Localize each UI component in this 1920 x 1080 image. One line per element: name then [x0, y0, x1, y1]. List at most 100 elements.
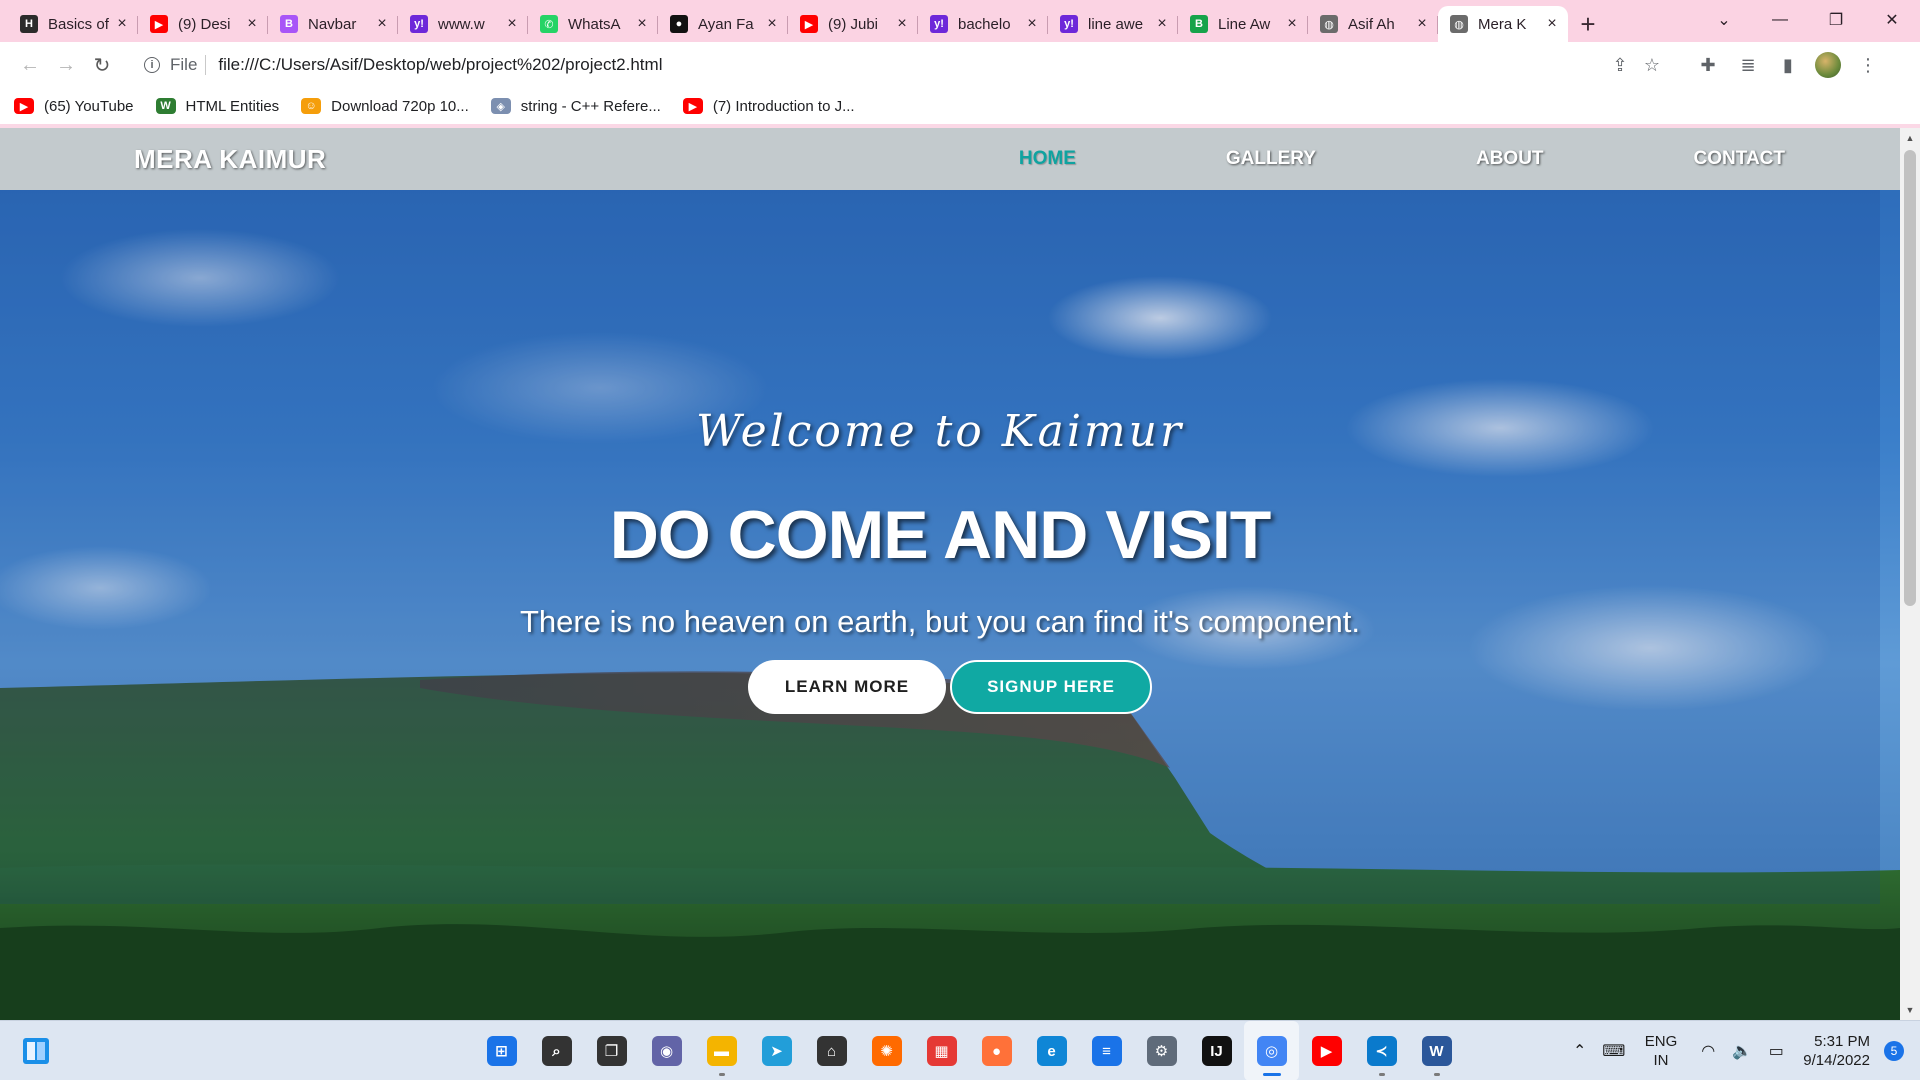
browser-tab[interactable]: y! www.w × — [398, 6, 528, 42]
extensions-icon[interactable]: ✚ — [1688, 47, 1728, 83]
scroll-up-arrow-icon[interactable]: ▲ — [1900, 130, 1920, 146]
menu-kebab-icon[interactable]: ⋮ — [1848, 47, 1888, 83]
keyboard-icon[interactable]: ⌨ — [1597, 1041, 1631, 1061]
taskbar-firefox-icon[interactable]: ● — [969, 1021, 1024, 1080]
browser-tab[interactable]: ◍ Mera K × — [1438, 6, 1568, 42]
hero-tagline: There is no heaven on earth, but you can… — [520, 604, 1360, 639]
volume-icon[interactable]: 🔈 — [1725, 1041, 1759, 1061]
media-control-icon[interactable]: ≣ — [1728, 47, 1768, 83]
bookmark-item[interactable]: ◈ string - C++ Refere... — [490, 97, 661, 115]
widgets-icon[interactable] — [22, 1037, 50, 1065]
taskbar-settings-icon[interactable]: ⚙ — [1134, 1021, 1189, 1080]
taskbar-app-multicolor-icon[interactable]: ▦ — [914, 1021, 969, 1080]
browser-tab[interactable]: B Navbar × — [268, 6, 398, 42]
tray-overflow-icon[interactable]: ⌃ — [1563, 1041, 1597, 1061]
share-icon[interactable]: ⇪ — [1604, 55, 1636, 76]
address-bar[interactable]: i File file:///C:/Users/Asif/Desktop/web… — [132, 47, 1680, 83]
tab-close-icon[interactable]: × — [894, 15, 910, 33]
restore-icon[interactable]: ❐ — [1808, 0, 1864, 40]
tab-favicon-icon: ✆ — [540, 15, 558, 33]
minimize-icon[interactable]: — — [1752, 0, 1808, 40]
running-indicator — [1433, 1073, 1440, 1076]
nav-link-gallery[interactable]: GALLERY — [1226, 148, 1316, 170]
taskbar-store-icon[interactable]: ⌂ — [804, 1021, 859, 1080]
tab-close-icon[interactable]: × — [634, 15, 650, 33]
running-indicator — [718, 1073, 725, 1076]
wifi-icon[interactable]: ◠ — [1691, 1041, 1725, 1061]
site-info-icon[interactable]: i — [144, 57, 160, 73]
bookmark-item[interactable]: ▶ (65) YouTube — [14, 98, 134, 115]
bookmark-label: string - C++ Refere... — [520, 97, 661, 115]
taskbar-chrome-icon[interactable]: ◎ — [1244, 1021, 1299, 1080]
tab-close-icon[interactable]: × — [1544, 15, 1560, 33]
bookmark-item[interactable]: ▶ (7) Introduction to J... — [682, 98, 855, 115]
browser-tab[interactable]: ▶ (9) Jubi × — [788, 6, 918, 42]
clock[interactable]: 5:31 PM 9/14/2022 — [1803, 1032, 1870, 1070]
learn-more-button[interactable]: LEARN MORE — [748, 660, 946, 714]
taskbar-youtube-icon[interactable]: ▶ — [1299, 1021, 1354, 1080]
taskbar-edge-icon[interactable]: e — [1024, 1021, 1079, 1080]
nav-link-home[interactable]: HOME — [1019, 148, 1076, 170]
page-scrollbar[interactable]: ▲ ▼ — [1900, 128, 1920, 1020]
signup-button[interactable]: SIGNUP HERE — [950, 660, 1152, 714]
browser-tab[interactable]: ▶ (9) Desi × — [138, 6, 268, 42]
bookmark-star-icon[interactable]: ☆ — [1636, 55, 1668, 76]
word-glyph: W — [1421, 1036, 1452, 1066]
nav-link-about[interactable]: ABOUT — [1476, 148, 1544, 170]
tab-close-icon[interactable]: × — [244, 15, 260, 33]
browser-tab[interactable]: ● Ayan Fa × — [658, 6, 788, 42]
new-tab-button[interactable]: + — [1568, 6, 1608, 42]
back-icon[interactable]: ← — [12, 47, 48, 83]
scroll-down-arrow-icon[interactable]: ▼ — [1900, 1002, 1920, 1018]
taskbar-word-icon[interactable]: W — [1409, 1021, 1464, 1080]
tab-close-icon[interactable]: × — [114, 15, 130, 33]
bookmarks-bar: ▶ (65) YouTube W HTML Entities ☺ Download 720… — [0, 88, 1920, 124]
address-url[interactable]: file:///C:/Users/Asif/Desktop/web/projec… — [218, 55, 1604, 75]
tab-close-icon[interactable]: × — [374, 15, 390, 33]
taskbar-telegram-icon[interactable]: ➤ — [749, 1021, 804, 1080]
tab-close-icon[interactable]: × — [764, 15, 780, 33]
tab-favicon-icon: y! — [1060, 15, 1078, 33]
notification-badge[interactable]: 5 — [1884, 1041, 1904, 1061]
close-window-icon[interactable]: ✕ — [1864, 0, 1920, 40]
site-brand-logo[interactable]: MERA KAIMUR — [134, 144, 326, 175]
forward-icon[interactable]: → — [48, 47, 84, 83]
browser-tab[interactable]: B Line Aw × — [1178, 6, 1308, 42]
taskbar-app-orange-icon[interactable]: ✺ — [859, 1021, 914, 1080]
browser-tab[interactable]: H Basics of × — [8, 6, 138, 42]
taskbar-notepad-icon[interactable]: ≡ — [1079, 1021, 1134, 1080]
clock-time: 5:31 PM — [1814, 1033, 1870, 1050]
tab-title: WhatsA — [568, 15, 621, 33]
tab-close-icon[interactable]: × — [504, 15, 520, 33]
browser-tab[interactable]: y! bachelo × — [918, 6, 1048, 42]
taskbar-task-view-icon[interactable]: ❐ — [584, 1021, 639, 1080]
bookmark-favicon-icon: ◈ — [490, 98, 511, 114]
reload-icon[interactable]: ↻ — [84, 47, 120, 83]
tab-search-icon[interactable]: ⌄ — [1696, 0, 1752, 40]
taskbar-file-explorer-icon[interactable]: ▬ — [694, 1021, 749, 1080]
side-panel-icon[interactable]: ▮ — [1768, 47, 1808, 83]
browser-tab[interactable]: ✆ WhatsA × — [528, 6, 658, 42]
taskbar-chat-icon[interactable]: ◉ — [639, 1021, 694, 1080]
bookmark-item[interactable]: W HTML Entities — [155, 98, 279, 115]
language-indicator[interactable]: ENG IN — [1645, 1032, 1678, 1070]
nav-link-contact[interactable]: CONTACT — [1694, 148, 1785, 170]
hero-headline: DO COME AND VISIT — [609, 497, 1272, 573]
tab-close-icon[interactable]: × — [1154, 15, 1170, 33]
tab-close-icon[interactable]: × — [1024, 15, 1040, 33]
tab-close-icon[interactable]: × — [1414, 15, 1430, 33]
address-divider — [205, 55, 207, 75]
clock-date: 9/14/2022 — [1803, 1052, 1870, 1069]
vscode-glyph: ≺ — [1366, 1036, 1397, 1066]
battery-icon[interactable]: ▭ — [1759, 1041, 1793, 1061]
taskbar-start-icon[interactable]: ⊞ — [474, 1021, 529, 1080]
browser-tab[interactable]: ◍ Asif Ah × — [1308, 6, 1438, 42]
profile-avatar[interactable] — [1815, 52, 1841, 78]
bookmark-item[interactable]: ☺ Download 720p 10... — [301, 98, 469, 115]
tab-close-icon[interactable]: × — [1284, 15, 1300, 33]
taskbar-vscode-icon[interactable]: ≺ — [1354, 1021, 1409, 1080]
scroll-thumb[interactable] — [1904, 150, 1916, 606]
taskbar-intellij-icon[interactable]: IJ — [1189, 1021, 1244, 1080]
taskbar-search-icon[interactable]: ⌕ — [529, 1021, 584, 1080]
browser-tab[interactable]: y! line awe × — [1048, 6, 1178, 42]
